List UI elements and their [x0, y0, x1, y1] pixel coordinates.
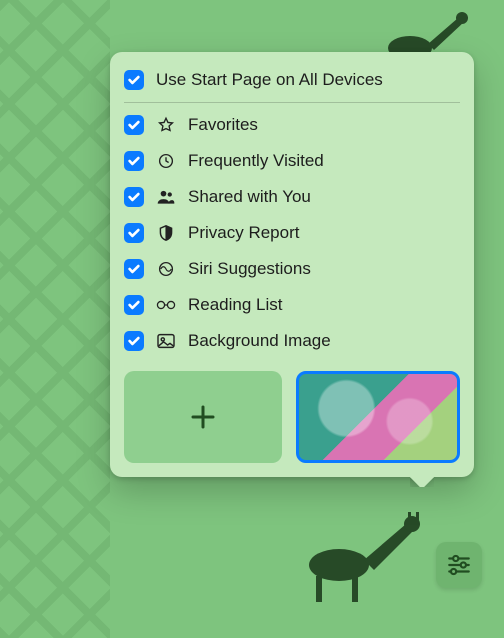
option-label: Favorites [188, 115, 460, 135]
option-label: Reading List [188, 295, 460, 315]
sliders-icon [446, 552, 472, 578]
option-shared-with-you[interactable]: Shared with You [124, 179, 460, 215]
people-icon [156, 188, 176, 206]
browser-background: Use Start Page on All Devices Favorites … [0, 0, 504, 638]
siri-icon [156, 260, 176, 278]
clock-icon [156, 152, 176, 170]
option-background-image[interactable]: Background Image [124, 323, 460, 359]
checkbox[interactable] [124, 331, 144, 351]
divider [124, 102, 460, 103]
option-label: Siri Suggestions [188, 259, 460, 279]
checkbox[interactable] [124, 259, 144, 279]
wallpaper-pattern [0, 0, 110, 638]
shield-icon [156, 224, 176, 242]
option-label: Background Image [188, 331, 460, 351]
wallpaper-giraffe-bottom [294, 510, 444, 610]
background-thumbnails [124, 371, 460, 463]
checkbox[interactable] [124, 223, 144, 243]
start-page-customize-popover: Use Start Page on All Devices Favorites … [110, 52, 474, 477]
option-siri-suggestions[interactable]: Siri Suggestions [124, 251, 460, 287]
option-use-start-page-all-devices[interactable]: Use Start Page on All Devices [124, 62, 460, 98]
image-icon [156, 333, 176, 349]
option-favorites[interactable]: Favorites [124, 107, 460, 143]
checkbox[interactable] [124, 151, 144, 171]
option-label: Shared with You [188, 187, 460, 207]
plus-icon [188, 402, 218, 432]
checkbox[interactable] [124, 187, 144, 207]
star-icon [156, 116, 176, 134]
checkbox[interactable] [124, 295, 144, 315]
option-label: Use Start Page on All Devices [156, 70, 460, 90]
popover-arrow [410, 475, 434, 487]
option-label: Frequently Visited [188, 151, 460, 171]
option-privacy-report[interactable]: Privacy Report [124, 215, 460, 251]
background-thumbnail-selected[interactable] [296, 371, 460, 463]
checkbox[interactable] [124, 115, 144, 135]
glasses-icon [156, 299, 176, 311]
option-reading-list[interactable]: Reading List [124, 287, 460, 323]
option-frequently-visited[interactable]: Frequently Visited [124, 143, 460, 179]
option-label: Privacy Report [188, 223, 460, 243]
checkbox[interactable] [124, 70, 144, 90]
customize-start-page-button[interactable] [436, 542, 482, 588]
add-background-button[interactable] [124, 371, 282, 463]
